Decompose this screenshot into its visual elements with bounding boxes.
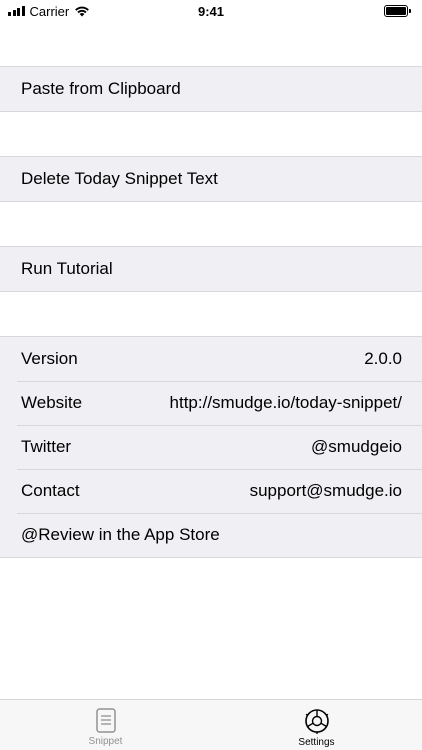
website-label: Website [21, 393, 83, 412]
twitter-handle[interactable]: @smudgeio [311, 437, 402, 457]
review-row[interactable]: @Review in the App Store [0, 513, 422, 557]
paste-from-clipboard-row[interactable]: Paste from Clipboard [0, 67, 422, 111]
website-row[interactable]: Website http://smudge.io/today-snippet/ [0, 381, 422, 425]
tutorial-section: Run Tutorial [0, 246, 422, 292]
delete-section: Delete Today Snippet Text [0, 156, 422, 202]
carrier-name: Carrier [29, 3, 70, 19]
status-left: Carrier [8, 4, 90, 19]
tab-snippet-label: Snippet [88, 736, 123, 747]
tab-snippet[interactable]: Snippet [0, 700, 211, 750]
website-link[interactable]: http://smudge.io/today-snippet/ [170, 393, 402, 413]
version-value: 2.0.0 [364, 349, 402, 368]
signal-icon [8, 6, 25, 16]
section-spacer [0, 202, 422, 246]
battery-level [386, 7, 406, 15]
contact-label: Contact [21, 481, 80, 500]
delete-snippet-label: Delete Today Snippet Text [21, 169, 218, 188]
gear-icon [304, 709, 329, 734]
twitter-label: Twitter [21, 437, 72, 456]
twitter-row[interactable]: Twitter @smudgeio [0, 425, 422, 469]
tab-settings-label: Settings [298, 737, 335, 748]
contact-email[interactable]: support@smudge.io [250, 481, 402, 501]
tab-bar: Snippet Settings [0, 699, 422, 750]
settings-table: Paste from Clipboard Delete Today Snippe… [0, 22, 422, 558]
paste-section: Paste from Clipboard [0, 66, 422, 112]
delete-snippet-row[interactable]: Delete Today Snippet Text [0, 157, 422, 201]
version-row: Version 2.0.0 [0, 337, 422, 381]
run-tutorial-row[interactable]: Run Tutorial [0, 247, 422, 291]
document-icon [95, 708, 116, 733]
review-label: @Review in the App Store [21, 525, 220, 544]
paste-from-clipboard-label: Paste from Clipboard [21, 79, 181, 98]
tab-settings[interactable]: Settings [211, 700, 422, 750]
battery-icon [384, 5, 411, 17]
section-spacer [0, 292, 422, 336]
wifi-icon [75, 6, 90, 17]
section-spacer [0, 112, 422, 156]
contact-row[interactable]: Contact support@smudge.io [0, 469, 422, 513]
info-section: Version 2.0.0 Website http://smudge.io/t… [0, 336, 422, 558]
run-tutorial-label: Run Tutorial [21, 259, 113, 278]
status-bar: Carrier 9:41 [0, 0, 422, 22]
section-spacer [0, 22, 422, 66]
version-label: Version [21, 349, 78, 368]
